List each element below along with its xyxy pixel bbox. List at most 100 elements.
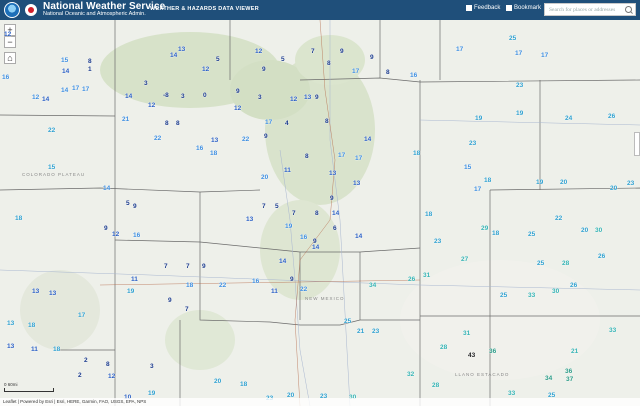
station-marker[interactable]: 17 <box>78 312 85 319</box>
station-marker[interactable]: 12 <box>148 102 155 109</box>
station-marker[interactable]: 18 <box>210 150 217 157</box>
station-marker[interactable]: 18 <box>413 150 420 157</box>
station-marker[interactable]: 1 <box>88 66 92 73</box>
station-marker[interactable]: 17 <box>352 68 359 75</box>
station-marker[interactable]: 13 <box>329 170 336 177</box>
station-marker[interactable]: 14 <box>125 93 132 100</box>
station-marker[interactable]: 12 <box>112 231 119 238</box>
station-marker[interactable]: 20 <box>261 174 268 181</box>
station-marker[interactable]: 9 <box>133 203 137 210</box>
station-marker[interactable]: 12 <box>290 96 297 103</box>
station-marker[interactable]: 3 <box>144 80 148 87</box>
station-marker[interactable]: 11 <box>271 288 278 295</box>
station-marker[interactable]: 8 <box>88 58 92 65</box>
station-marker[interactable]: 18 <box>425 211 432 218</box>
station-marker[interactable]: 17 <box>456 46 463 53</box>
station-marker[interactable]: 13 <box>178 46 185 53</box>
station-marker[interactable]: 8 <box>315 210 319 217</box>
station-marker[interactable]: 9 <box>168 297 172 304</box>
station-marker[interactable]: 17 <box>265 119 272 126</box>
station-marker[interactable]: 9 <box>264 133 268 140</box>
station-marker[interactable]: 16 <box>410 72 417 79</box>
station-marker[interactable]: 17 <box>355 155 362 162</box>
station-marker[interactable]: 0 <box>203 92 207 99</box>
station-marker[interactable]: 13 <box>211 137 218 144</box>
station-marker[interactable]: 7 <box>262 203 266 210</box>
station-marker[interactable]: 7 <box>185 306 189 313</box>
station-marker[interactable]: 14 <box>62 68 69 75</box>
station-marker[interactable]: 17 <box>474 186 481 193</box>
station-marker[interactable]: 14 <box>61 87 68 94</box>
map-canvas[interactable]: + − ⌂ COLORADO PLATEAU NEW MEXICO LLANO … <box>0 20 640 406</box>
station-marker[interactable]: 23 <box>469 140 476 147</box>
station-marker[interactable]: 29 <box>481 225 488 232</box>
station-marker[interactable]: 22 <box>219 282 226 289</box>
station-marker[interactable]: 14 <box>364 136 371 143</box>
station-marker[interactable]: 5 <box>275 203 279 210</box>
station-marker[interactable]: 5 <box>281 56 285 63</box>
station-marker[interactable]: 28 <box>432 382 439 389</box>
station-marker[interactable]: 13 <box>7 320 14 327</box>
station-marker[interactable]: 9 <box>104 225 108 232</box>
station-marker[interactable]: 6 <box>333 225 337 232</box>
station-marker[interactable]: 8 <box>106 361 110 368</box>
station-marker[interactable]: 14 <box>103 185 110 192</box>
station-marker[interactable]: 9 <box>236 88 240 95</box>
station-marker[interactable]: 19 <box>475 115 482 122</box>
station-marker[interactable]: 34 <box>369 282 376 289</box>
station-marker[interactable]: 26 <box>598 253 605 260</box>
station-marker[interactable]: 36 <box>489 348 496 355</box>
station-marker[interactable]: 19 <box>148 390 155 397</box>
station-marker[interactable]: 9 <box>340 48 344 55</box>
station-marker[interactable]: 5 <box>216 56 220 63</box>
station-marker[interactable]: 12 <box>202 66 209 73</box>
feedback-button[interactable]: Feedback <box>466 5 500 11</box>
station-marker[interactable]: 28 <box>562 260 569 267</box>
station-marker[interactable]: 23 <box>372 328 379 335</box>
station-marker[interactable]: 18 <box>186 282 193 289</box>
station-marker[interactable]: 20 <box>214 378 221 385</box>
station-marker[interactable]: 19 <box>516 110 523 117</box>
station-marker[interactable]: 18 <box>484 177 491 184</box>
station-marker[interactable]: 26 <box>608 113 615 120</box>
station-marker[interactable]: 30 <box>552 288 559 295</box>
station-marker[interactable]: 33 <box>508 390 515 397</box>
station-marker[interactable]: 13 <box>353 180 360 187</box>
station-marker[interactable]: 17 <box>515 50 522 57</box>
station-marker[interactable]: 14 <box>170 52 177 59</box>
station-marker[interactable]: 17 <box>82 86 89 93</box>
station-marker[interactable]: 32 <box>407 371 414 378</box>
nws-logo[interactable] <box>23 2 39 18</box>
station-marker[interactable]: 8 <box>165 120 169 127</box>
station-marker[interactable]: 14 <box>332 210 339 217</box>
station-marker[interactable]: 24 <box>565 115 572 122</box>
station-marker[interactable]: 30 <box>595 227 602 234</box>
station-marker[interactable]: 3 <box>258 94 262 101</box>
station-marker[interactable]: 8 <box>176 120 180 127</box>
station-marker[interactable]: 15 <box>61 57 68 64</box>
station-marker[interactable]: 14 <box>279 258 286 265</box>
station-marker[interactable]: 37 <box>566 376 573 383</box>
station-marker[interactable]: 8 <box>325 118 329 125</box>
station-marker[interactable]: 7 <box>311 48 315 55</box>
station-marker[interactable]: 17 <box>338 152 345 159</box>
station-marker[interactable]: 11 <box>284 167 291 174</box>
station-marker[interactable]: 27 <box>461 256 468 263</box>
station-marker[interactable]: 7 <box>186 263 190 270</box>
station-marker[interactable]: 2 <box>84 357 88 364</box>
station-marker[interactable]: 8 <box>305 153 309 160</box>
station-marker[interactable]: 15 <box>464 164 471 171</box>
side-panel-toggle[interactable] <box>634 132 640 156</box>
station-marker[interactable]: 12 <box>255 48 262 55</box>
station-marker[interactable]: 33 <box>528 292 535 299</box>
station-marker[interactable]: 21 <box>357 328 364 335</box>
home-button[interactable]: ⌂ <box>4 52 16 64</box>
station-marker[interactable]: 12 <box>108 373 115 380</box>
station-marker[interactable]: 17 <box>72 85 79 92</box>
station-marker[interactable]: 22 <box>154 135 161 142</box>
station-marker[interactable]: 36 <box>565 368 572 375</box>
search-input[interactable]: Search for places or addresses <box>544 3 636 16</box>
station-marker[interactable]: 3 <box>150 363 154 370</box>
station-marker[interactable]: 18 <box>53 346 60 353</box>
station-marker[interactable]: 16 <box>196 145 203 152</box>
